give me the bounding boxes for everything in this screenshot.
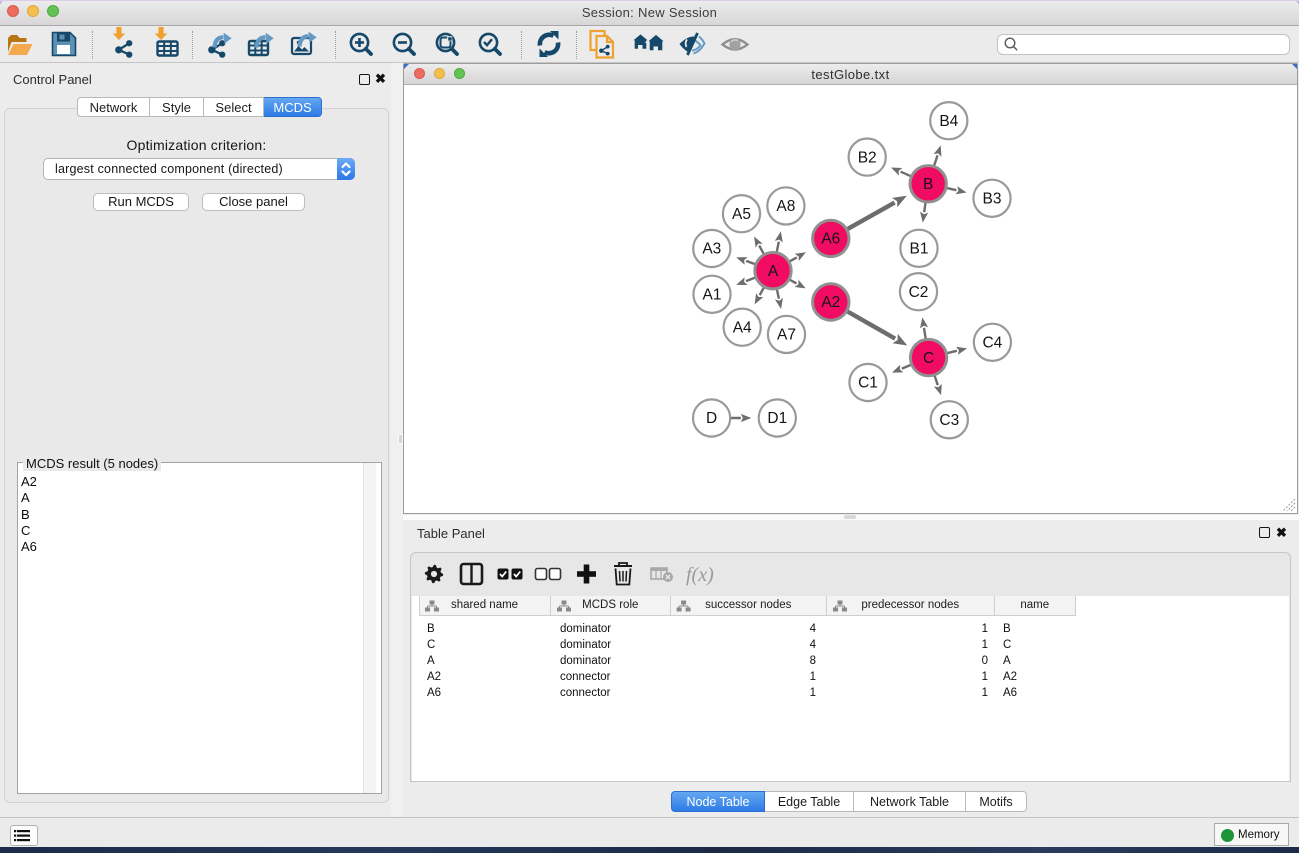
svg-text:A7: A7 (777, 327, 796, 344)
svg-text:A1: A1 (703, 287, 722, 304)
svg-text:A2: A2 (821, 294, 840, 311)
svg-text:A6: A6 (821, 231, 840, 248)
svg-text:B: B (923, 176, 933, 193)
svg-text:C4: C4 (982, 335, 1002, 352)
svg-text:A3: A3 (702, 241, 721, 258)
svg-text:C1: C1 (858, 375, 878, 392)
svg-text:C3: C3 (939, 412, 959, 429)
svg-text:C2: C2 (909, 284, 929, 301)
svg-text:B1: B1 (910, 241, 929, 258)
svg-text:B3: B3 (983, 191, 1002, 208)
svg-text:D1: D1 (767, 410, 787, 427)
svg-text:f(x): f(x) (686, 564, 714, 586)
svg-text:A8: A8 (776, 198, 795, 215)
svg-text:A: A (768, 263, 779, 280)
svg-text:A5: A5 (732, 206, 751, 223)
svg-text:A4: A4 (733, 319, 752, 336)
svg-text:B4: B4 (939, 113, 958, 130)
svg-text:C: C (923, 350, 934, 367)
svg-text:B2: B2 (858, 149, 877, 166)
svg-text:D: D (706, 410, 717, 427)
